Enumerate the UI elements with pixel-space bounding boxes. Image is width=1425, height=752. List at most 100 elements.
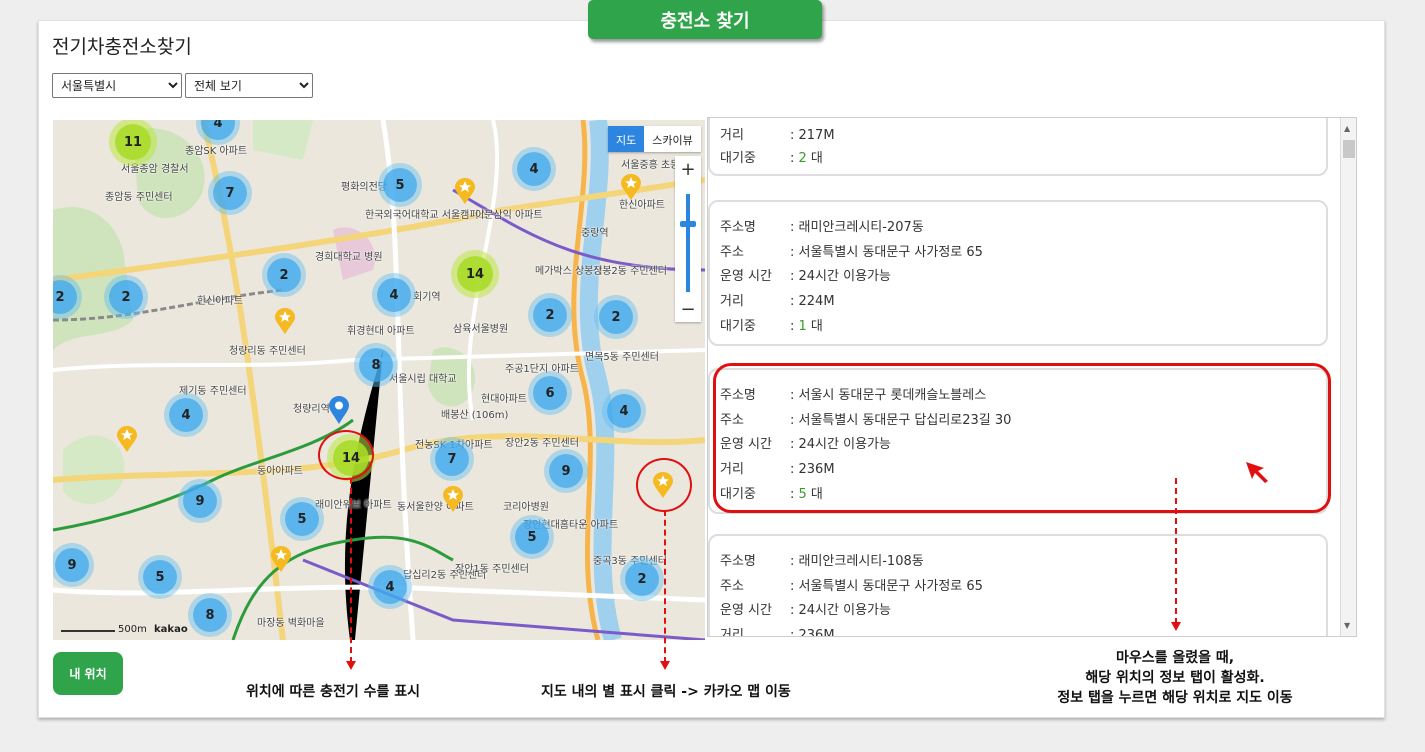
annotation-star-note: 지도 내의 별 표시 클릭 -> 카카오 맵 이동 [541,684,791,700]
pointer-arrow-icon [1246,462,1268,483]
charger-cluster[interactable]: 9 [549,454,583,488]
waiting-unit: 대 [806,319,823,334]
zoom-in-button[interactable]: + [675,156,701,182]
map-label: 휘경현대 아파트 [347,326,415,337]
hover-highlight-frame [713,363,1331,513]
charger-cluster[interactable]: 8 [193,598,227,632]
charger-cluster[interactable]: 2 [533,298,567,332]
field-label: 주소 [720,245,744,260]
map-label: 상봉2동 주민센터 [593,266,667,277]
star-marker-icon[interactable] [271,546,291,572]
charger-cluster[interactable]: 5 [143,560,177,594]
zoom-track[interactable] [686,194,690,292]
distance-value: 224M [798,294,835,309]
station-card[interactable]: 주소명: 래미안크레시티-207동 주소: 서울특별시 동대문구 사가정로 65… [708,200,1328,346]
station-name: 래미안크레시티-108동 [798,554,924,569]
annotation-arrow-icon [660,661,670,670]
charger-cluster[interactable]: 5 [285,502,319,536]
charger-cluster[interactable]: 2 [599,300,633,334]
map-scale: 500m kakao [61,624,188,635]
charger-cluster[interactable]: 2 [267,258,301,292]
list-scrollbar[interactable]: ▲ ▼ [1340,118,1356,636]
map-label: 회기역 [413,292,441,303]
map-label: 서울종암 경찰서 [121,164,189,175]
map-label: 중곡3동 주민센터 [593,556,667,567]
field-label: 주소 [720,579,744,594]
map-label: 중랑역 [581,228,609,239]
charger-cluster[interactable]: 4 [377,278,411,312]
field-label: 거리 [720,628,744,637]
distance-value: 217M [798,128,835,143]
annotation-line1: 마우스를 올렸을 때, [1115,650,1235,666]
my-location-button[interactable]: 내 위치 [53,652,123,695]
map-label: 한국외국어대학교 서울캠퍼스 [365,210,488,221]
annotation-hover-note: 마우스를 올렸을 때, 해당 위치의 정보 탭이 활성화. 정보 탭을 누르면 … [1010,648,1340,708]
station-address: 서울특별시 동대문구 사가정로 65 [798,245,983,260]
waiting-count: 2 [798,151,807,166]
star-marker-icon[interactable] [455,178,475,204]
map-label: 면목5동 주민센터 [585,352,659,363]
charger-cluster[interactable]: 6 [533,376,567,410]
waiting-unit: 대 [806,151,823,166]
map-view[interactable]: 종암SK 아파트 서울종암 경찰서 종암동 주민센터 평화의전당 한국외국어대학… [53,120,705,640]
charger-cluster[interactable]: 2 [625,562,659,596]
map-label: 종암SK 아파트 [185,146,248,157]
field-label: 주소명 [720,554,756,569]
section-tag: 충전소 찾기 [588,0,822,39]
station-card[interactable]: 주소명: 래미안크레시티-108동 주소: 서울특별시 동대문구 사가정로 65… [708,534,1328,637]
map-label: 장안1동 주민센터 [455,564,529,575]
station-card[interactable]: 거리: 217M 대기중: 2 대 [708,118,1328,176]
view-select[interactable]: 전체 보기 [185,73,313,98]
map-label: 동아아파트 [257,466,303,477]
charger-cluster[interactable]: 9 [55,548,89,582]
charger-cluster[interactable]: 4 [607,394,641,428]
charger-cluster[interactable]: 2 [109,280,143,314]
zoom-handle[interactable] [680,221,696,227]
map-type-map-button[interactable]: 지도 [608,126,645,152]
field-label: 거리 [720,128,744,143]
annotation-line [350,478,352,663]
field-label: 주소명 [720,220,756,235]
charger-cluster[interactable]: 7 [435,442,469,476]
scroll-thumb[interactable] [1343,140,1355,158]
map-label: 청량리동 주민센터 [229,346,306,357]
station-hours: 24시간 이용가능 [798,269,891,284]
charger-cluster[interactable]: 4 [169,398,203,432]
map-label: 이문삼익 아파트 [475,210,543,221]
charger-cluster[interactable]: 14 [457,256,493,292]
charger-cluster[interactable]: 4 [373,570,407,604]
charger-cluster[interactable]: 4 [517,152,551,186]
zoom-out-button[interactable]: − [675,296,701,322]
scale-label: 500m [118,624,147,635]
map-label: 마장동 벽화마을 [257,618,325,629]
region-select[interactable]: 서울특별시 [52,73,182,98]
charger-cluster[interactable]: 9 [183,484,217,518]
charger-cluster[interactable]: 8 [359,348,393,382]
charger-cluster[interactable]: 5 [383,168,417,202]
star-marker-icon[interactable] [443,486,463,512]
star-marker-icon[interactable] [275,308,295,334]
station-hours: 24시간 이용가능 [798,603,891,618]
scroll-down-icon[interactable]: ▼ [1344,621,1350,630]
charger-cluster[interactable]: 5 [515,520,549,554]
field-label: 대기중 [720,319,756,334]
kakao-logo: kakao [154,624,188,635]
map-label: 청량리역 [293,404,330,415]
map-label: 서울시립 대학교 [389,374,457,385]
annotation-line3: 정보 탭을 누르면 해당 위치로 지도 이동 [1057,690,1293,706]
annotation-line [664,510,666,663]
field-label: 거리 [720,294,744,309]
station-address: 서울특별시 동대문구 사가정로 65 [798,579,983,594]
star-marker-icon[interactable] [621,174,641,200]
star-highlight-circle [636,458,692,512]
charger-cluster[interactable]: 11 [115,124,151,160]
scroll-up-icon[interactable]: ▲ [1344,124,1350,133]
map-label: 주공1단지 아파트 [505,364,579,375]
charger-cluster[interactable]: 7 [213,176,247,210]
map-type-skyview-button[interactable]: 스카이뷰 [644,126,701,152]
star-marker-icon[interactable] [117,426,137,452]
station-name: 래미안크레시티-207동 [798,220,924,235]
map-label: 종암동 주민센터 [105,192,173,203]
map-label: 코리아병원 [503,502,549,513]
map-label: 래미안위브 아파트 [315,500,392,511]
